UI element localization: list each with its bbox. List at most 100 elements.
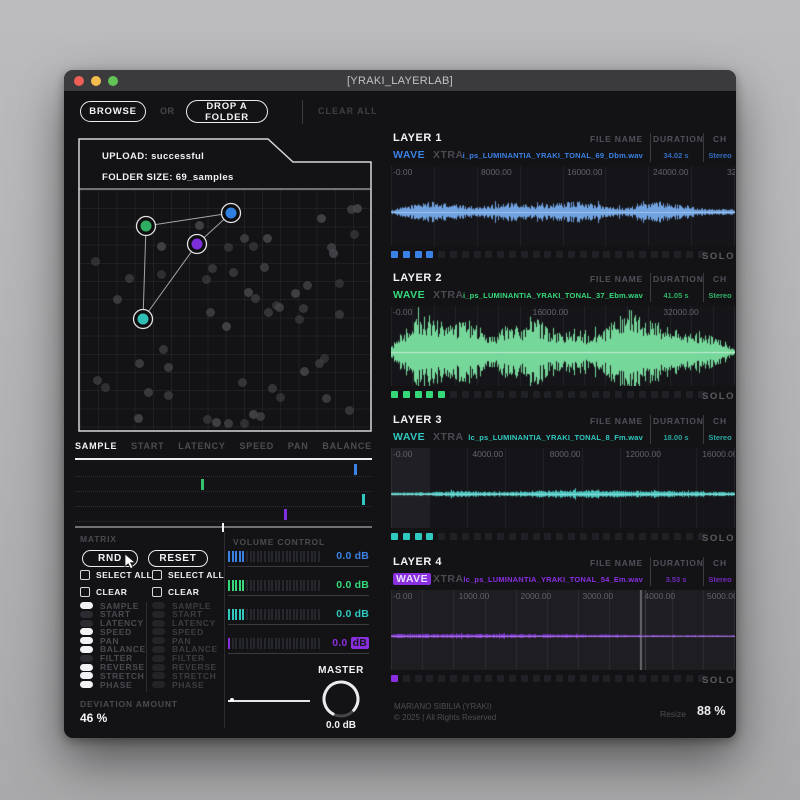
step-square[interactable]	[627, 675, 634, 682]
step-square[interactable]	[450, 675, 457, 682]
toggle-pill-icon[interactable]	[152, 664, 165, 671]
scatter-node-layer4[interactable]	[192, 239, 203, 250]
waveform-display[interactable]: -0.0016000.0032000.00	[391, 306, 735, 386]
step-square[interactable]	[674, 675, 681, 682]
step-square[interactable]	[639, 251, 646, 258]
volume-meter[interactable]	[228, 551, 320, 562]
sample-scatter-area[interactable]	[80, 190, 370, 430]
step-square[interactable]	[497, 533, 504, 540]
step-square[interactable]	[533, 675, 540, 682]
step-square[interactable]	[615, 251, 622, 258]
step-square[interactable]	[391, 391, 398, 398]
param-slider-row[interactable]	[75, 507, 372, 522]
toggle-pill-icon[interactable]	[80, 664, 93, 671]
toggle-pill-icon[interactable]	[152, 646, 165, 653]
step-square[interactable]	[438, 391, 445, 398]
step-square[interactable]	[509, 391, 516, 398]
matrix-toggle-latency-col1[interactable]: LATENCY	[80, 620, 146, 627]
step-square[interactable]	[580, 391, 587, 398]
toggle-pill-icon[interactable]	[152, 628, 165, 635]
step-square[interactable]	[450, 533, 457, 540]
toggle-pill-icon[interactable]	[80, 620, 93, 627]
matrix-toggle-filter-col2[interactable]: FILTER	[152, 655, 218, 662]
step-square[interactable]	[497, 391, 504, 398]
matrix-toggle-pan-col2[interactable]: PAN	[152, 637, 218, 644]
scrub-slider-thumb[interactable]	[222, 523, 224, 532]
step-square[interactable]	[568, 675, 575, 682]
scatter-node-layer1[interactable]	[226, 208, 237, 219]
step-square[interactable]	[544, 251, 551, 258]
zoom-window-button[interactable]	[108, 76, 118, 86]
toggle-pill-icon[interactable]	[152, 602, 165, 609]
solo-button[interactable]: SOLO	[702, 391, 735, 402]
step-square[interactable]	[450, 251, 457, 258]
step-square[interactable]	[686, 391, 693, 398]
step-square[interactable]	[426, 391, 433, 398]
drop-a-folder-button[interactable]: DROP A FOLDER	[186, 100, 268, 123]
step-square[interactable]	[521, 251, 528, 258]
browse-button[interactable]: BROWSE	[80, 101, 146, 122]
toggle-pill-icon[interactable]	[80, 655, 93, 662]
step-square[interactable]	[651, 533, 658, 540]
param-tab-speed[interactable]: SPEED	[239, 441, 274, 451]
step-square[interactable]	[426, 675, 433, 682]
step-square[interactable]	[556, 391, 563, 398]
step-square[interactable]	[615, 391, 622, 398]
matrix-toggle-stretch-col1[interactable]: STRETCH	[80, 672, 146, 679]
step-square[interactable]	[438, 675, 445, 682]
toggle-pill-icon[interactable]	[80, 672, 93, 679]
step-square[interactable]	[426, 533, 433, 540]
step-square[interactable]	[674, 251, 681, 258]
step-square[interactable]	[556, 533, 563, 540]
scatter-node-layer3[interactable]	[138, 314, 149, 325]
step-square[interactable]	[544, 533, 551, 540]
master-slider-thumb[interactable]	[230, 698, 234, 702]
waveform-display[interactable]: -0.008000.0016000.0024000.0032000.0	[391, 166, 735, 246]
step-square[interactable]	[533, 391, 540, 398]
volume-row-layer4[interactable]: 0.0 dB	[228, 636, 369, 650]
step-square[interactable]	[415, 251, 422, 258]
volume-meter[interactable]	[228, 580, 320, 591]
param-tab-latency[interactable]: LATENCY	[178, 441, 225, 451]
step-square[interactable]	[662, 251, 669, 258]
step-square[interactable]	[403, 391, 410, 398]
step-square[interactable]	[592, 391, 599, 398]
master-slider[interactable]	[228, 700, 310, 702]
toggle-pill-icon[interactable]	[152, 681, 165, 688]
toggle-pill-icon[interactable]	[80, 602, 93, 609]
step-square[interactable]	[485, 391, 492, 398]
step-square[interactable]	[509, 533, 516, 540]
volume-row-layer2[interactable]: 0.0 dB	[228, 578, 369, 592]
step-square[interactable]	[509, 251, 516, 258]
toggle-pill-icon[interactable]	[152, 620, 165, 627]
checkbox-icon[interactable]	[152, 570, 162, 580]
volume-row-layer1[interactable]: 0.0 dB	[228, 549, 369, 563]
step-square[interactable]	[603, 533, 610, 540]
step-square[interactable]	[438, 251, 445, 258]
step-square[interactable]	[485, 251, 492, 258]
checkbox-icon[interactable]	[152, 587, 162, 597]
step-square[interactable]	[686, 675, 693, 682]
wave-tab[interactable]: WAVE	[393, 289, 425, 301]
toggle-pill-icon[interactable]	[152, 637, 165, 644]
step-square[interactable]	[674, 391, 681, 398]
reset-button[interactable]: RESET	[148, 550, 208, 567]
step-square[interactable]	[462, 675, 469, 682]
step-square[interactable]	[474, 251, 481, 258]
param-slider-thumb[interactable]	[201, 479, 204, 490]
matrix-clear-col1[interactable]: CLEAR	[80, 587, 127, 597]
matrix-toggle-speed-col1[interactable]: SPEED	[80, 628, 146, 635]
step-square[interactable]	[474, 533, 481, 540]
step-square[interactable]	[415, 675, 422, 682]
matrix-toggle-reverse-col2[interactable]: REVERSE	[152, 664, 218, 671]
matrix-toggle-start-col1[interactable]: START	[80, 611, 146, 618]
step-square[interactable]	[521, 391, 528, 398]
toggle-pill-icon[interactable]	[80, 637, 93, 644]
param-tab-balance[interactable]: BALANCE	[322, 441, 372, 451]
param-tab-sample[interactable]: SAMPLE	[75, 441, 117, 451]
matrix-toggle-reverse-col1[interactable]: REVERSE	[80, 664, 146, 671]
step-square[interactable]	[592, 675, 599, 682]
step-square[interactable]	[462, 391, 469, 398]
step-square[interactable]	[662, 533, 669, 540]
waveform-display[interactable]: -0.004000.008000.0012000.0016000.00	[391, 448, 735, 528]
